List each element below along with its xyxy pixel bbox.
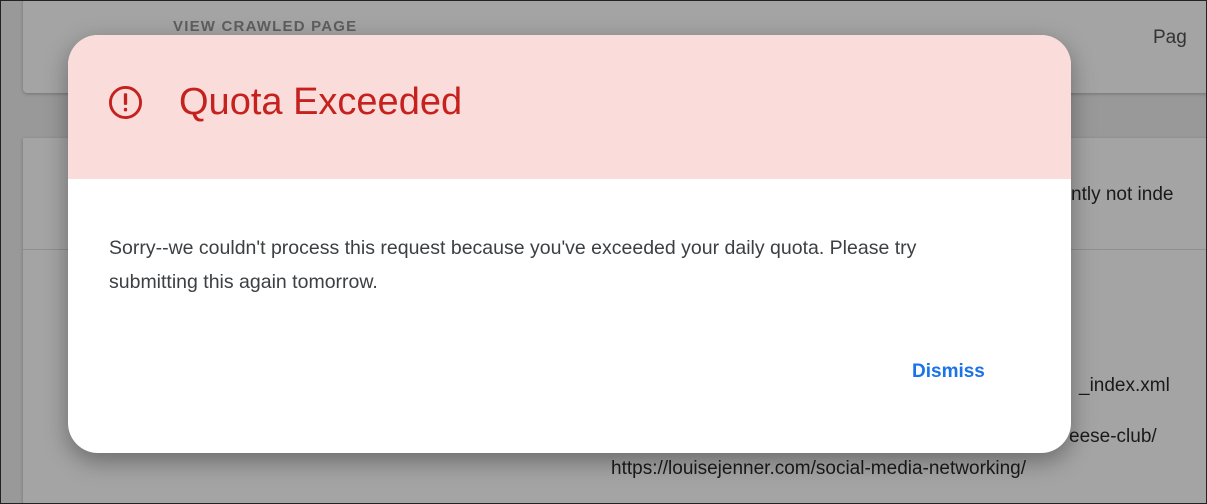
quota-exceeded-dialog: Quota Exceeded Sorry--we couldn't proces… xyxy=(68,35,1071,453)
referring-page-fragment: eese-club/ xyxy=(1069,426,1157,447)
dialog-header: Quota Exceeded xyxy=(68,35,1071,179)
dialog-title: Quota Exceeded xyxy=(179,81,463,123)
dialog-message: Sorry--we couldn't process this request … xyxy=(109,237,917,293)
view-crawled-page-button[interactable]: VIEW CRAWLED PAGE xyxy=(173,18,357,35)
alert-circle-icon xyxy=(108,85,143,120)
index-status-fragment: ntly not inde xyxy=(1071,184,1174,205)
dismiss-button[interactable]: Dismiss xyxy=(904,357,993,387)
sitemap-value-fragment: _index.xml xyxy=(1079,375,1170,396)
page-label-fragment: Pag xyxy=(1153,27,1187,48)
referring-page-url[interactable]: https://louisejenner.com/social-media-ne… xyxy=(611,458,1026,480)
screen: VIEW CRAWLED PAGE Pag ntly not inde _ind… xyxy=(0,0,1207,504)
